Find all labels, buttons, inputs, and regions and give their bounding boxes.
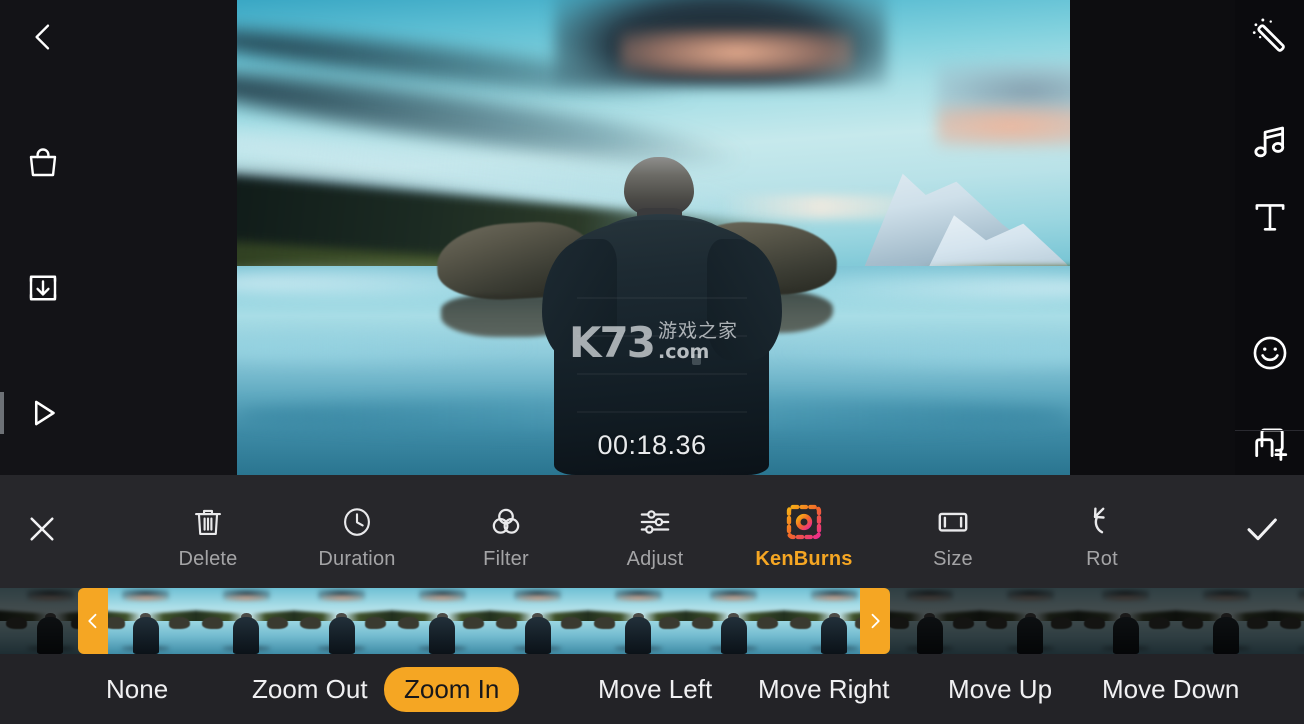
- trash-icon: [191, 502, 225, 542]
- rotate-arrow-icon: [1084, 502, 1120, 542]
- filmstrip-frame[interactable]: [196, 588, 294, 654]
- store-button[interactable]: [10, 130, 76, 196]
- trim-handle-left[interactable]: [78, 588, 108, 654]
- toolbar-item-size[interactable]: Size: [891, 486, 1015, 578]
- filmstrip-frame[interactable]: [588, 588, 686, 654]
- toolbar-item-duration[interactable]: Duration: [295, 486, 419, 578]
- filmstrip-frame[interactable]: [294, 588, 392, 654]
- kenburns-option-move-up[interactable]: Move Up: [928, 667, 1072, 712]
- effects-button[interactable]: [1235, 0, 1304, 74]
- back-button[interactable]: [10, 4, 76, 70]
- video-preview[interactable]: K73 游戏之家 .com: [237, 0, 1070, 475]
- filmstrip-frame[interactable]: [1274, 588, 1304, 654]
- filmstrip-frame[interactable]: [686, 588, 784, 654]
- kenburns-icon: [784, 502, 824, 542]
- preview-frame-image: [237, 0, 1070, 475]
- kenburns-options-row: None Zoom Out Zoom In Move Left Move Right Mo…: [0, 654, 1304, 724]
- toolbar-label-size: Size: [933, 547, 973, 570]
- filmstrip-frame[interactable]: [980, 588, 1078, 654]
- add-layer-icon: [1254, 428, 1287, 461]
- filmstrip-frame[interactable]: [882, 588, 980, 654]
- video-editor-app: K73 游戏之家 .com 00:18.36 Delete Duration F…: [0, 0, 1304, 724]
- confirm-button[interactable]: [1238, 505, 1286, 553]
- rail-divider: [1235, 430, 1304, 431]
- filmstrip-frame[interactable]: [1176, 588, 1274, 654]
- venn-circles-icon: [488, 502, 524, 542]
- cancel-button[interactable]: [18, 505, 66, 553]
- clip-action-toolbar: Delete Duration Filter Adjust KenBurns S…: [0, 475, 1304, 588]
- right-toolbar: [1235, 0, 1304, 475]
- download-box-icon: [29, 275, 57, 301]
- kenburns-option-zoom-in[interactable]: Zoom In: [384, 666, 520, 712]
- toolbar-item-filter[interactable]: Filter: [444, 486, 568, 578]
- play-triangle-icon: [34, 400, 55, 426]
- clock-icon: [340, 502, 374, 542]
- chevron-right-icon: [871, 613, 880, 629]
- overlay-button[interactable]: [1235, 405, 1304, 479]
- chevron-left-icon: [35, 24, 50, 50]
- filmstrip-frame[interactable]: [98, 588, 196, 654]
- toolbar-label-kenburns: KenBurns: [755, 547, 853, 570]
- toolbar-items: Delete Duration Filter Adjust KenBurns S…: [140, 475, 1170, 588]
- filmstrip-frame[interactable]: [490, 588, 588, 654]
- filmstrip-frames: [0, 588, 1304, 654]
- toolbar-item-delete[interactable]: Delete: [146, 486, 270, 578]
- smiley-face-icon: [1253, 336, 1286, 370]
- toolbar-label-filter: Filter: [483, 547, 529, 570]
- kenburns-option-move-right[interactable]: Move Right: [738, 667, 910, 712]
- toolbar-item-kenburns[interactable]: KenBurns: [742, 486, 866, 578]
- sticker-button[interactable]: [1235, 316, 1304, 390]
- trim-handle-right[interactable]: [860, 588, 890, 654]
- toolbar-label-adjust: Adjust: [626, 547, 684, 570]
- check-icon: [1247, 518, 1277, 541]
- magic-wand-icon: [1252, 18, 1285, 52]
- close-icon: [30, 517, 54, 541]
- kenburns-option-none[interactable]: None: [86, 667, 188, 712]
- toolbar-label-duration: Duration: [318, 547, 396, 570]
- play-button[interactable]: [10, 380, 76, 446]
- text-t-icon: [1255, 204, 1284, 231]
- filmstrip-frame[interactable]: [1078, 588, 1176, 654]
- kenburns-option-move-down[interactable]: Move Down: [1082, 667, 1259, 712]
- film-frame-icon: [935, 502, 971, 542]
- filmstrip-frame[interactable]: [392, 588, 490, 654]
- toolbar-label-rot: Rot: [1086, 547, 1118, 570]
- toolbar-label-delete: Delete: [178, 547, 238, 570]
- toolbar-item-rot[interactable]: Rot: [1040, 486, 1164, 578]
- preview-stage: K73 游戏之家 .com 00:18.36: [0, 0, 1304, 475]
- music-button[interactable]: [1235, 105, 1304, 179]
- toolbar-item-adjust[interactable]: Adjust: [593, 486, 717, 578]
- save-button[interactable]: [10, 255, 76, 321]
- text-button[interactable]: [1235, 180, 1304, 254]
- kenburns-option-move-left[interactable]: Move Left: [578, 667, 732, 712]
- timeline-filmstrip[interactable]: [0, 588, 1304, 654]
- chevron-left-icon: [88, 613, 97, 629]
- shopping-bag-icon: [29, 148, 57, 177]
- timeline-edge-marker: [0, 392, 4, 434]
- kenburns-option-zoom-out[interactable]: Zoom Out: [232, 667, 388, 712]
- left-toolbar: [0, 0, 237, 475]
- sliders-icon: [637, 502, 673, 542]
- music-note-icon: [1253, 126, 1284, 158]
